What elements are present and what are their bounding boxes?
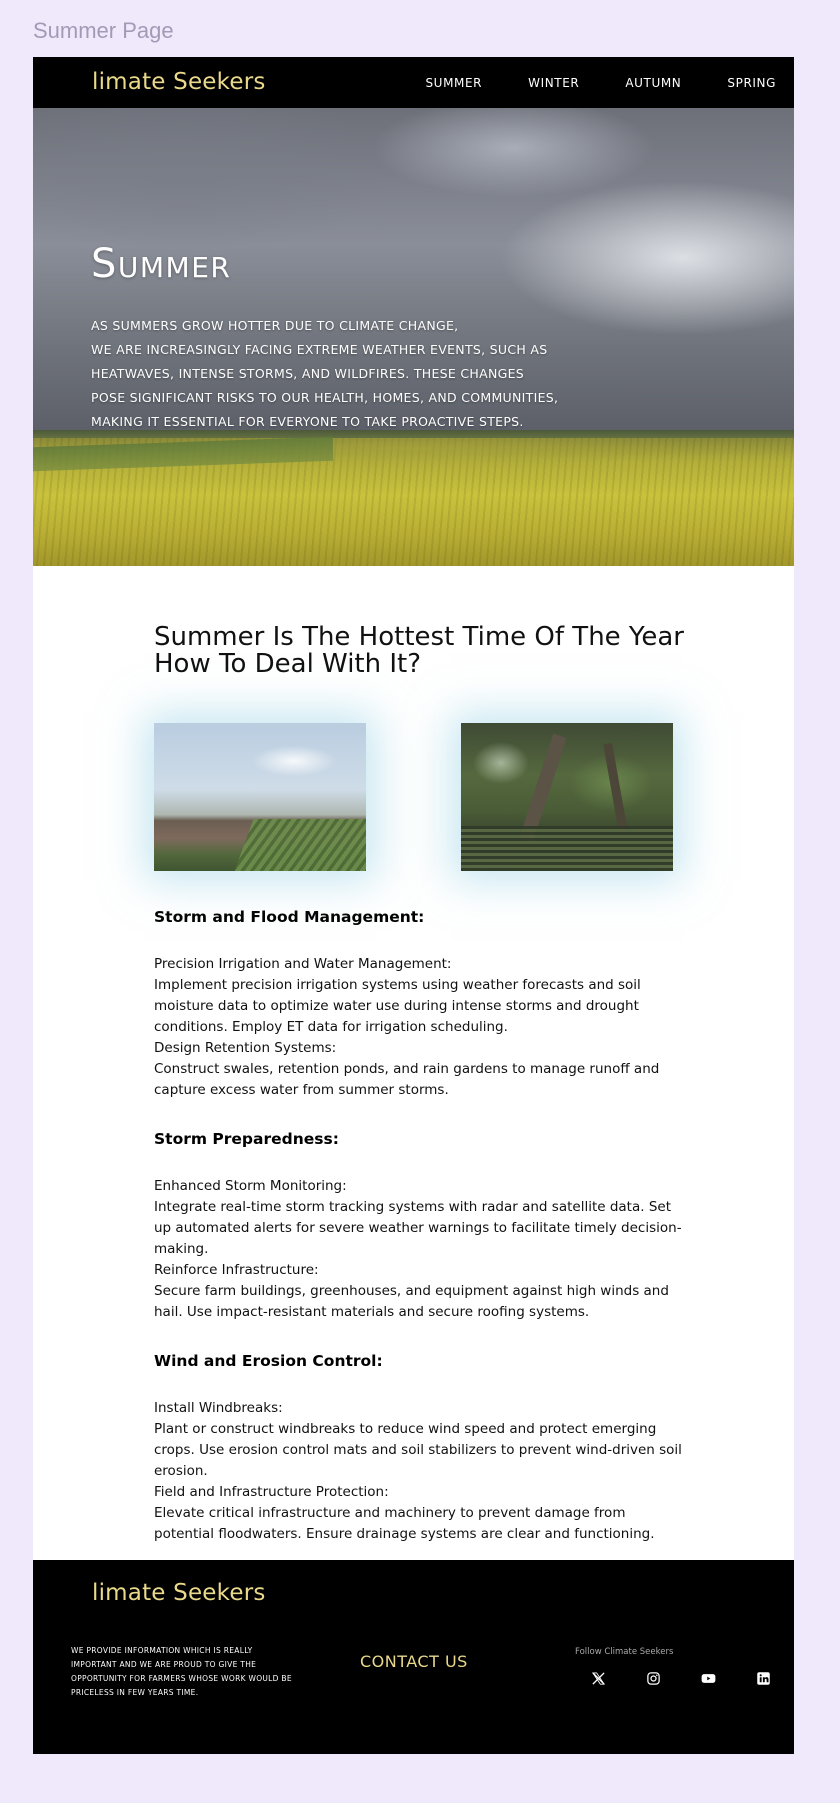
page-frame: limate Seekers SUMMER WINTER AUTUMN SPRI… — [33, 57, 794, 1754]
hero-line: HEATWAVES, INTENSE STORMS, AND WILDFIRES… — [91, 366, 525, 381]
hero-line: WE ARE INCREASINGLY FACING EXTREME WEATH… — [91, 342, 548, 357]
section-title: Wind and Erosion Control: — [154, 1352, 383, 1370]
forest-pond-photo — [461, 723, 673, 871]
linkedin-icon[interactable] — [752, 1667, 775, 1690]
section-wind-erosion: Wind and Erosion Control: Install Windbr… — [154, 1352, 684, 1545]
site-footer: limate Seekers We provide information wh… — [33, 1560, 794, 1754]
section-line: Construct swales, retention ponds, and r… — [154, 1061, 660, 1098]
section-body: Enhanced Storm Monitoring: Integrate rea… — [154, 1176, 684, 1323]
section-body: Precision Irrigation and Water Managemen… — [154, 954, 684, 1101]
nav-autumn[interactable]: AUTUMN — [625, 76, 681, 90]
site-header: limate Seekers SUMMER WINTER AUTUMN SPRI… — [33, 57, 794, 108]
hero-banner: Summer AS SUMMERS GROW HOTTER DUE TO CLI… — [33, 108, 794, 566]
x-icon[interactable] — [587, 1667, 610, 1690]
heading-line: How To Deal With It? — [154, 649, 422, 679]
heading-line: Summer Is The Hottest Time Of The Year — [154, 622, 684, 652]
footer-logo[interactable]: limate Seekers — [73, 1576, 266, 1610]
section-storm-flood: Storm and Flood Management: Precision Ir… — [154, 908, 684, 1101]
farm-field-photo — [154, 723, 366, 871]
section-line: Implement precision irrigation systems u… — [154, 977, 641, 1035]
moon-icon — [73, 71, 91, 93]
hero-description: AS SUMMERS GROW HOTTER DUE TO CLIMATE CH… — [91, 314, 611, 434]
section-line: Field and Infrastructure Protection: — [154, 1484, 389, 1500]
section-title: Storm Preparedness: — [154, 1130, 339, 1148]
page-label: Summer Page — [33, 18, 174, 43]
section-line: Enhanced Storm Monitoring: — [154, 1178, 347, 1194]
moon-icon — [73, 1582, 91, 1604]
page-heading: Summer Is The Hottest Time Of The Year H… — [154, 624, 684, 678]
social-links — [587, 1667, 775, 1690]
nav-summer[interactable]: SUMMER — [425, 76, 482, 90]
section-line: Reinforce Infrastructure: — [154, 1262, 319, 1278]
section-line: Design Retention Systems: — [154, 1040, 337, 1056]
main-nav: SUMMER WINTER AUTUMN SPRING — [425, 57, 776, 108]
section-line: Integrate real-time storm tracking syste… — [154, 1199, 682, 1257]
contact-us-link[interactable]: CONTACT US — [360, 1652, 468, 1671]
nav-spring[interactable]: SPRING — [727, 76, 776, 90]
section-storm-preparedness: Storm Preparedness: Enhanced Storm Monit… — [154, 1130, 684, 1323]
section-line: Plant or construct windbreaks to reduce … — [154, 1421, 682, 1479]
nav-winter[interactable]: WINTER — [528, 76, 579, 90]
footer-about: We provide information which is really i… — [71, 1646, 292, 1697]
section-line: Elevate critical infrastructure and mach… — [154, 1505, 655, 1542]
youtube-icon[interactable] — [697, 1667, 720, 1690]
hero-line: AS SUMMERS GROW HOTTER DUE TO CLIMATE CH… — [91, 318, 459, 333]
follow-label: Follow Climate Seekers — [575, 1647, 674, 1657]
section-line: Secure farm buildings, greenhouses, and … — [154, 1283, 669, 1320]
section-line: Install Windbreaks: — [154, 1400, 283, 1416]
section-line: Precision Irrigation and Water Managemen… — [154, 956, 452, 972]
brand-name: limate Seekers — [92, 1580, 266, 1606]
hero-line: POSE SIGNIFICANT RISKS TO OUR HEALTH, HO… — [91, 390, 559, 405]
instagram-icon[interactable] — [642, 1667, 665, 1690]
section-body: Install Windbreaks: Plant or construct w… — [154, 1398, 684, 1545]
hero-line: MAKING IT ESSENTIAL FOR EVERYONE TO TAKE… — [91, 414, 524, 429]
hero-title: Summer — [91, 241, 232, 287]
brand-logo[interactable]: limate Seekers — [73, 65, 266, 99]
photo-row — [154, 723, 684, 923]
main-content: Summer Is The Hottest Time Of The Year H… — [154, 624, 684, 1545]
brand-name: limate Seekers — [92, 69, 266, 95]
